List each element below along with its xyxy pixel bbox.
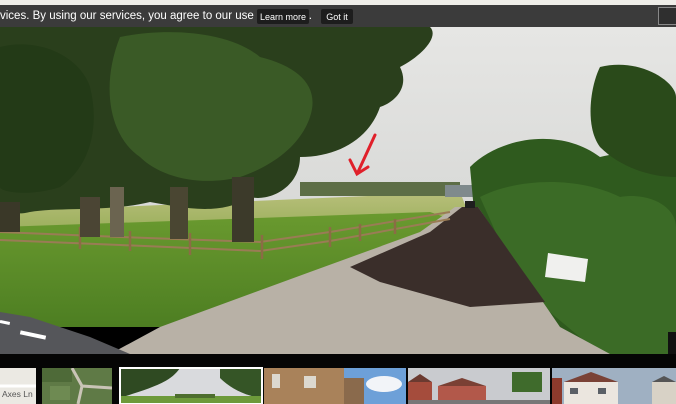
filmstrip-aerial-thumbnail[interactable] — [42, 368, 112, 404]
filmstrip-building-thumbnail[interactable] — [264, 368, 406, 404]
map-street-label: Axes Ln — [2, 389, 33, 399]
cookie-bar-edge-button[interactable] — [658, 7, 676, 25]
filmstrip-current-view-thumbnail[interactable] — [119, 367, 263, 404]
learn-more-button[interactable]: Learn more — [257, 9, 309, 24]
street-view-panorama[interactable] — [0, 27, 676, 354]
photo-filmstrip: Axes Ln — [0, 354, 676, 404]
cookie-consent-bar: vices. By using our services, you agree … — [0, 5, 676, 27]
got-it-button[interactable]: Got it — [321, 9, 353, 24]
filmstrip-white-house-thumbnail[interactable] — [552, 368, 676, 404]
filmstrip-map-thumbnail[interactable]: Axes Ln — [0, 368, 36, 404]
filmstrip-houses-thumbnail[interactable] — [408, 368, 550, 404]
